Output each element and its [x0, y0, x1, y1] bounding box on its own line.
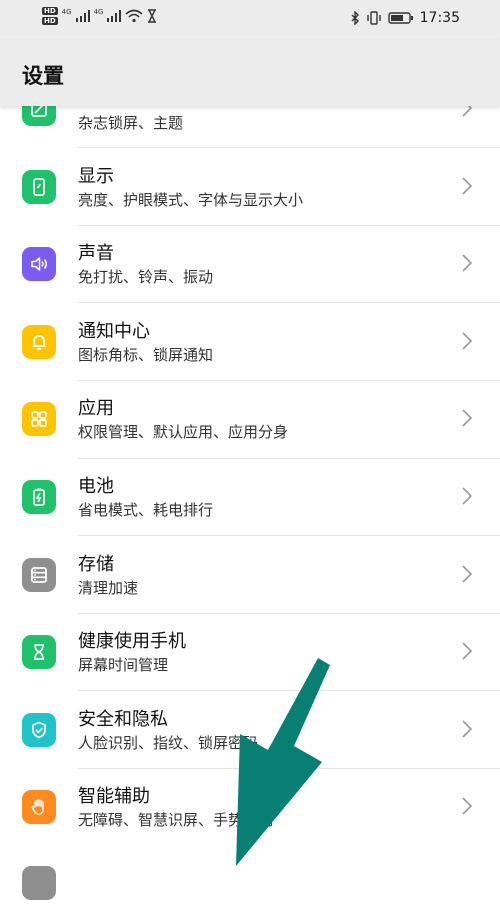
bell-icon	[22, 324, 56, 359]
battery-icon	[387, 12, 413, 24]
chevron-right-icon	[462, 565, 473, 583]
hd-badge-2: HD	[42, 17, 58, 25]
speaker-icon	[22, 247, 56, 282]
settings-item-display[interactable]: 显示亮度、护眼模式、字体与显示大小	[0, 148, 500, 225]
status-bar-left: HD HD 4G 4G	[42, 7, 157, 25]
settings-item-hourglass[interactable]: 健康使用手机 屏幕时间管理	[0, 613, 500, 690]
settings-item-title: 安全和隐私	[78, 708, 168, 730]
settings-item-title: 应用	[78, 398, 114, 420]
hd-badges: HD HD	[42, 7, 58, 25]
chevron-right-icon	[462, 487, 473, 505]
settings-item-partial[interactable]	[0, 846, 500, 923]
settings-item-subtitle: 无障碍、智慧识屏、手势控制	[78, 811, 274, 830]
bluetooth-icon	[351, 11, 359, 25]
settings-item-apps-grid[interactable]: 应用权限管理、默认应用、应用分身	[0, 380, 500, 457]
hourglass-icon	[22, 635, 56, 670]
hand-icon	[22, 790, 56, 825]
storage-icon	[22, 557, 56, 592]
settings-item-shield-check[interactable]: 安全和隐私人脸识别、指纹、锁屏密码	[0, 691, 500, 768]
status-bar-right: 17:35	[350, 10, 460, 26]
battery-bolt-icon	[22, 480, 56, 514]
settings-item-title: 电池	[78, 476, 114, 497]
settings-item-speaker[interactable]: 声音免打扰、铃声、振动	[0, 225, 500, 302]
status-time: 17:35	[419, 10, 460, 26]
settings-item-battery-bolt[interactable]: 电池省电模式、耗电排行	[0, 458, 500, 535]
chevron-right-icon	[462, 642, 473, 660]
display-icon	[22, 169, 56, 204]
settings-item-subtitle: 权限管理、默认应用、应用分身	[78, 423, 289, 442]
settings-item-subtitle: 免打扰、铃声、振动	[78, 268, 214, 287]
settings-item-subtitle: 人脸识别、指纹、锁屏密码	[78, 733, 259, 752]
settings-item-title: 健康使用手机	[78, 631, 186, 653]
settings-item-subtitle: 图标角标、锁屏通知	[78, 345, 214, 364]
settings-item-subtitle: 杂志锁屏、主题	[78, 114, 184, 132]
chevron-right-icon	[462, 797, 473, 815]
settings-item-storage[interactable]: 存储 清理加速	[0, 536, 500, 613]
chevron-right-icon	[462, 177, 473, 195]
settings-item-title: 显示	[78, 165, 114, 187]
settings-item-title: 通知中心	[78, 320, 150, 342]
chevron-right-icon	[462, 332, 473, 350]
signal-icon	[75, 10, 90, 22]
chevron-right-icon	[462, 720, 473, 738]
vibrate-icon	[366, 11, 381, 25]
settings-item-title: 存储	[78, 553, 114, 575]
signal-icon-2	[107, 10, 122, 22]
apps-grid-icon	[22, 402, 56, 437]
wifi-icon	[125, 9, 143, 23]
page-header: 设置	[0, 40, 500, 106]
settings-item-hand[interactable]: 智能辅助无障碍、智慧识屏、手势控制	[0, 768, 500, 845]
page-title: 设置	[22, 64, 64, 88]
hourglass-status-icon	[148, 9, 157, 23]
settings-icon	[22, 866, 56, 900]
network-type-1: 4G	[61, 8, 72, 16]
network-type-2: 4G	[93, 8, 104, 16]
settings-item-subtitle: 省电模式、耗电排行	[78, 501, 214, 519]
settings-item-subtitle: 屏幕时间管理	[78, 656, 169, 675]
hd-badge-1: HD	[42, 7, 58, 15]
settings-item-bell[interactable]: 通知中心图标角标、锁屏通知	[0, 303, 500, 380]
settings-item-title: 声音	[78, 243, 114, 265]
settings-item-title: 智能辅助	[78, 786, 150, 808]
settings-item-subtitle: 亮度、护眼模式、字体与显示大小	[78, 190, 304, 209]
settings-item-subtitle: 清理加速	[78, 578, 139, 597]
chevron-right-icon	[462, 254, 473, 272]
chevron-right-icon	[462, 409, 473, 427]
status-bar: HD HD 4G 4G 17:35	[0, 0, 500, 40]
shield-check-icon	[22, 712, 56, 747]
